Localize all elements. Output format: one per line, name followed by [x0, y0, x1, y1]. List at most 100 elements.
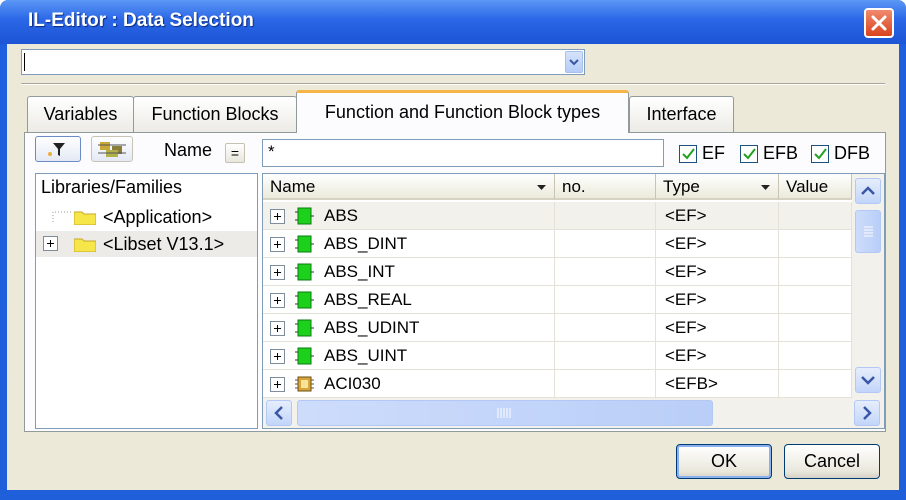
column-header-label: Name: [270, 177, 316, 196]
library-tree-icon: [98, 142, 126, 157]
tree-header: Libraries/Families: [41, 177, 183, 197]
chevron-right-icon: [863, 406, 872, 420]
column-header-label: no.: [562, 177, 586, 196]
scroll-down-button[interactable]: [855, 367, 881, 393]
column-header-type[interactable]: Type: [656, 174, 779, 200]
horizontal-scrollbar[interactable]: [263, 398, 884, 428]
dfb-checkbox[interactable]: [811, 145, 829, 163]
tab-label: Interface: [646, 104, 717, 124]
column-header-name[interactable]: Name: [263, 174, 555, 200]
data-combo-box[interactable]: [21, 49, 585, 75]
expand-icon[interactable]: [270, 321, 285, 336]
cell-no: [555, 230, 656, 258]
expand-icon[interactable]: [270, 237, 285, 252]
sort-arrow-icon: [537, 185, 546, 190]
ef-checkbox[interactable]: [679, 145, 697, 163]
equals-operator-button[interactable]: =: [225, 143, 245, 163]
cell-value: [779, 230, 852, 258]
expand-icon[interactable]: [270, 209, 285, 224]
library-browser-button[interactable]: [91, 136, 133, 162]
filter-funnel-icon: [48, 143, 65, 156]
scroll-left-button[interactable]: [266, 400, 292, 426]
cell-type: <EF>: [656, 342, 779, 370]
green-function-icon: [295, 263, 314, 281]
name-filter-input[interactable]: *: [262, 139, 664, 167]
scroll-right-button[interactable]: [854, 400, 880, 426]
close-icon: [871, 15, 887, 31]
tab-interface[interactable]: Interface: [629, 96, 734, 132]
table-row[interactable]: ABS <EF>: [263, 202, 852, 230]
vertical-scroll-thumb[interactable]: [855, 210, 881, 253]
efb-checkbox[interactable]: [740, 145, 758, 163]
window-title: IL-Editor : Data Selection: [28, 10, 254, 31]
tab-label: Variables: [43, 104, 118, 124]
scroll-up-button[interactable]: [855, 178, 881, 204]
expand-icon[interactable]: [270, 265, 285, 280]
cell-no: [555, 202, 656, 230]
cell-no: [555, 258, 656, 286]
green-function-icon: [295, 207, 314, 225]
ef-checkbox-label: EF: [702, 143, 726, 163]
green-function-icon: [295, 319, 314, 337]
filter-button[interactable]: [35, 136, 81, 162]
chevron-up-icon: [861, 186, 875, 195]
tree-item-label: <Application>: [103, 207, 213, 227]
column-header-label: Type: [663, 177, 700, 196]
cancel-button[interactable]: Cancel: [784, 444, 880, 479]
cell-type: <EF>: [656, 286, 779, 314]
separator: [21, 83, 885, 85]
table-row[interactable]: ABS_UDINT <EF>: [263, 314, 852, 342]
table-row[interactable]: ACI030 <EFB>: [263, 370, 852, 398]
expand-icon[interactable]: [43, 236, 58, 251]
expand-icon[interactable]: [270, 293, 285, 308]
chip-block-icon: [295, 376, 314, 392]
title-bar[interactable]: IL-Editor : Data Selection: [0, 0, 906, 44]
green-function-icon: [295, 347, 314, 365]
name-filter-label: Name: [164, 140, 213, 160]
tree-item-application[interactable]: <Application>: [36, 204, 257, 230]
cell-no: [555, 314, 656, 342]
library-tree: Libraries/Families <Application> <Libset…: [35, 173, 258, 429]
tab-function-blocks[interactable]: Function Blocks: [133, 96, 297, 132]
cell-type: <EFB>: [656, 370, 779, 398]
table-row[interactable]: ABS_INT <EF>: [263, 258, 852, 286]
grip-icon: [497, 408, 511, 418]
cell-name: ABS_UDINT: [324, 314, 555, 342]
tab-function-and-function-block-types[interactable]: Function and Function Block types: [296, 90, 629, 133]
column-header-value[interactable]: Value: [779, 174, 852, 200]
cell-name: ACI030: [324, 370, 555, 398]
tab-label: Function Blocks: [151, 104, 279, 124]
table-row[interactable]: ABS_REAL <EF>: [263, 286, 852, 314]
horizontal-scroll-thumb[interactable]: [297, 400, 713, 426]
tab-variables[interactable]: Variables: [27, 96, 134, 132]
cell-name: ABS_UINT: [324, 342, 555, 370]
expand-icon[interactable]: [270, 349, 285, 364]
folder-icon: [74, 238, 96, 252]
cell-name: ABS_REAL: [324, 286, 555, 314]
tree-item-libset[interactable]: <Libset V13.1>: [36, 231, 257, 257]
cell-no: [555, 370, 656, 398]
combo-dropdown-button[interactable]: [565, 51, 583, 73]
cell-type: <EF>: [656, 230, 779, 258]
cell-value: [779, 342, 852, 370]
vertical-scrollbar[interactable]: [852, 174, 884, 398]
check-icon: [682, 148, 695, 160]
table-row[interactable]: ABS_DINT <EF>: [263, 230, 852, 258]
close-button[interactable]: [864, 8, 894, 38]
tree-item-label: <Libset V13.1>: [103, 234, 225, 254]
expand-icon[interactable]: [270, 377, 285, 392]
cell-value: [779, 258, 852, 286]
green-function-icon: [295, 235, 314, 253]
column-header-label: Value: [786, 177, 829, 196]
cell-value: [779, 202, 852, 230]
cell-name: ABS: [324, 202, 555, 230]
tab-label: Function and Function Block types: [324, 102, 601, 122]
column-header-no[interactable]: no.: [555, 174, 656, 200]
table-row[interactable]: ABS_UINT <EF>: [263, 342, 852, 370]
ok-button[interactable]: OK: [676, 444, 772, 479]
check-icon: [814, 148, 827, 160]
text-cursor: [24, 53, 25, 71]
cell-type: <EF>: [656, 202, 779, 230]
cell-no: [555, 342, 656, 370]
cell-no: [555, 286, 656, 314]
